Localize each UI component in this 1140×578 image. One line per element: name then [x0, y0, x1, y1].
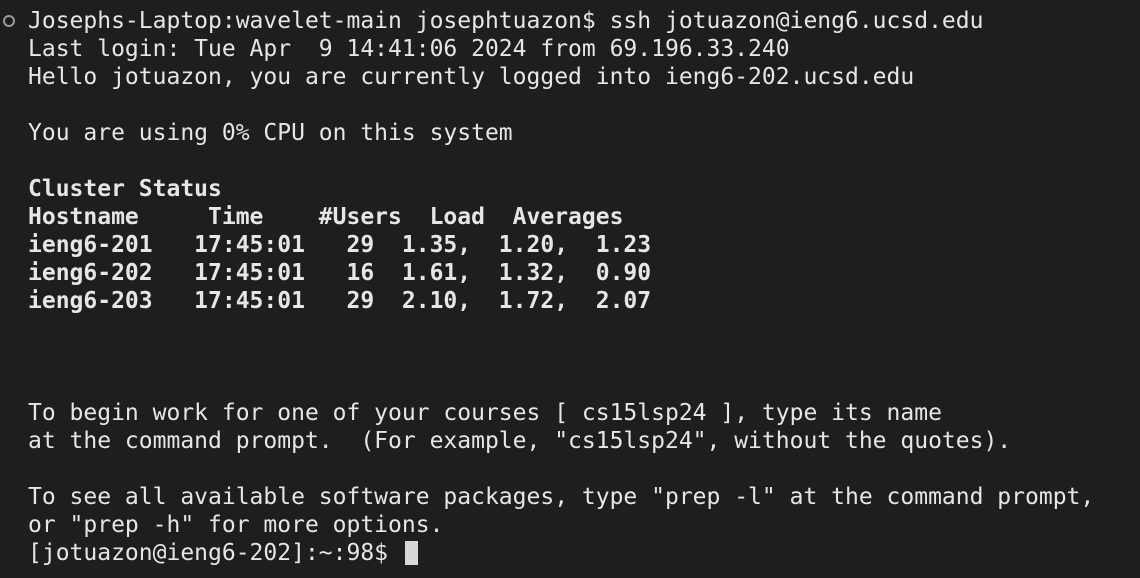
cpu-usage-line: You are using 0% CPU on this system — [28, 120, 513, 146]
terminal-window[interactable]: Josephs-Laptop:wavelet-main josephtuazon… — [0, 0, 1140, 578]
shell-prompt: [jotuazon@ieng6-202]:~:98$ — [28, 540, 389, 566]
prep-info-line-2: or "prep -h" for more options. — [28, 512, 444, 538]
prep-info-line-1: To see all available software packages, … — [28, 484, 1095, 510]
last-login-line: Last login: Tue Apr 9 14:41:06 2024 from… — [28, 36, 790, 62]
cluster-status-title: Cluster Status — [28, 176, 222, 202]
cluster-row-ieng6-203: ieng6-203 17:45:01 29 2.10, 1.72, 2.07 — [28, 288, 652, 314]
shell-prompt-line[interactable]: [jotuazon@ieng6-202]:~:98$ — [28, 539, 1140, 567]
cluster-row-ieng6-201: ieng6-201 17:45:01 29 1.35, 1.20, 1.23 — [28, 232, 652, 258]
text-cursor — [404, 541, 418, 565]
hello-line: Hello jotuazon, you are currently logged… — [28, 64, 915, 90]
cluster-row-ieng6-202: ieng6-202 17:45:01 16 1.61, 1.32, 0.90 — [28, 260, 652, 286]
course-info-line-2: at the command prompt. (For example, "cs… — [28, 428, 1012, 454]
command-line: Josephs-Laptop:wavelet-main josephtuazon… — [28, 8, 984, 34]
course-info-line-1: To begin work for one of your courses [ … — [28, 400, 942, 426]
cluster-table-header: Hostname Time #Users Load Averages — [28, 204, 624, 230]
command-marker-icon — [3, 15, 15, 27]
